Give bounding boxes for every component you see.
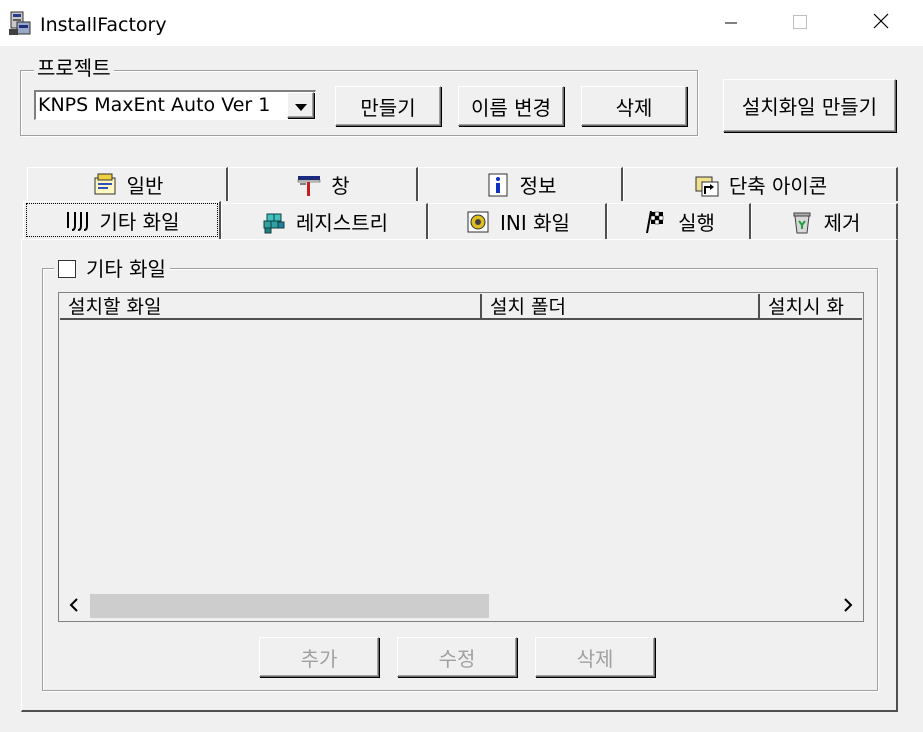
tab-label: INI 화일: [500, 211, 570, 235]
tab-run[interactable]: 실행: [607, 203, 751, 239]
project-dropdown-button[interactable]: [287, 92, 314, 118]
tab-label: 정보: [519, 174, 557, 198]
build-installer-button[interactable]: 설치화일 만들기: [723, 79, 896, 132]
tab-label: 제거: [823, 211, 861, 235]
tab-label: 실행: [678, 211, 715, 235]
edit-file-button[interactable]: 수정: [397, 637, 517, 677]
tab-label: 단축 아이콘: [728, 174, 828, 198]
window-title: InstallFactory: [40, 14, 167, 36]
list-body[interactable]: [60, 322, 862, 592]
column-header-folder[interactable]: 설치 폴더: [482, 294, 760, 320]
ini-file-icon: [464, 208, 492, 236]
tab-registry[interactable]: 레지스트리: [221, 203, 428, 239]
tab-label: 레지스트리: [296, 211, 388, 235]
project-select-value: KNPS MaxEnt Auto Ver 1: [38, 94, 271, 116]
window-icon: [295, 171, 323, 199]
minimize-icon: [725, 14, 737, 33]
delete-file-button[interactable]: 삭제: [535, 637, 655, 677]
close-icon: [873, 13, 889, 33]
chevron-left-icon: [69, 597, 79, 616]
list-header: 설치할 화일 설치 폴더 설치시 화: [60, 294, 862, 322]
delete-project-button[interactable]: 삭제: [581, 86, 687, 126]
chevron-right-icon: [843, 597, 853, 616]
scroll-left-button[interactable]: [62, 594, 86, 618]
column-header-file[interactable]: 설치할 화일: [60, 294, 482, 320]
close-button[interactable]: [858, 0, 904, 46]
column-header-install-time[interactable]: 설치시 화: [760, 294, 862, 320]
tab-general[interactable]: 일반: [27, 167, 228, 201]
other-files-toggle[interactable]: 기타 화일: [54, 256, 170, 282]
general-icon: [91, 171, 119, 199]
tab-info[interactable]: 정보: [418, 167, 623, 201]
tab-window[interactable]: 창: [228, 167, 418, 201]
registry-icon: [260, 208, 288, 236]
scroll-thumb[interactable]: [90, 594, 489, 618]
focus-rectangle: [26, 203, 218, 237]
rename-project-button[interactable]: 이름 변경: [458, 86, 564, 126]
project-group-label: 프로젝트: [34, 56, 114, 80]
other-files-checkbox[interactable]: [58, 260, 76, 278]
tab-shortcut[interactable]: 단축 아이콘: [623, 167, 898, 201]
maximize-button[interactable]: [777, 0, 823, 46]
maximize-icon: [793, 14, 807, 33]
chevron-down-icon: [294, 93, 307, 117]
minimize-button[interactable]: [708, 0, 754, 46]
tab-ini-file[interactable]: INI 화일: [428, 203, 607, 239]
tab-label: 일반: [126, 174, 164, 198]
scroll-right-button[interactable]: [836, 594, 860, 618]
installer-icon: [8, 10, 32, 36]
run-icon: [642, 208, 670, 236]
other-files-label: 기타 화일: [86, 257, 166, 281]
info-icon: [484, 171, 512, 199]
shortcut-icon: [693, 171, 721, 199]
add-file-button[interactable]: 추가: [259, 637, 379, 677]
remove-icon: [788, 208, 816, 236]
tab-label: 창: [331, 174, 350, 198]
make-project-button[interactable]: 만들기: [335, 86, 441, 126]
tab-remove[interactable]: 제거: [751, 203, 898, 239]
